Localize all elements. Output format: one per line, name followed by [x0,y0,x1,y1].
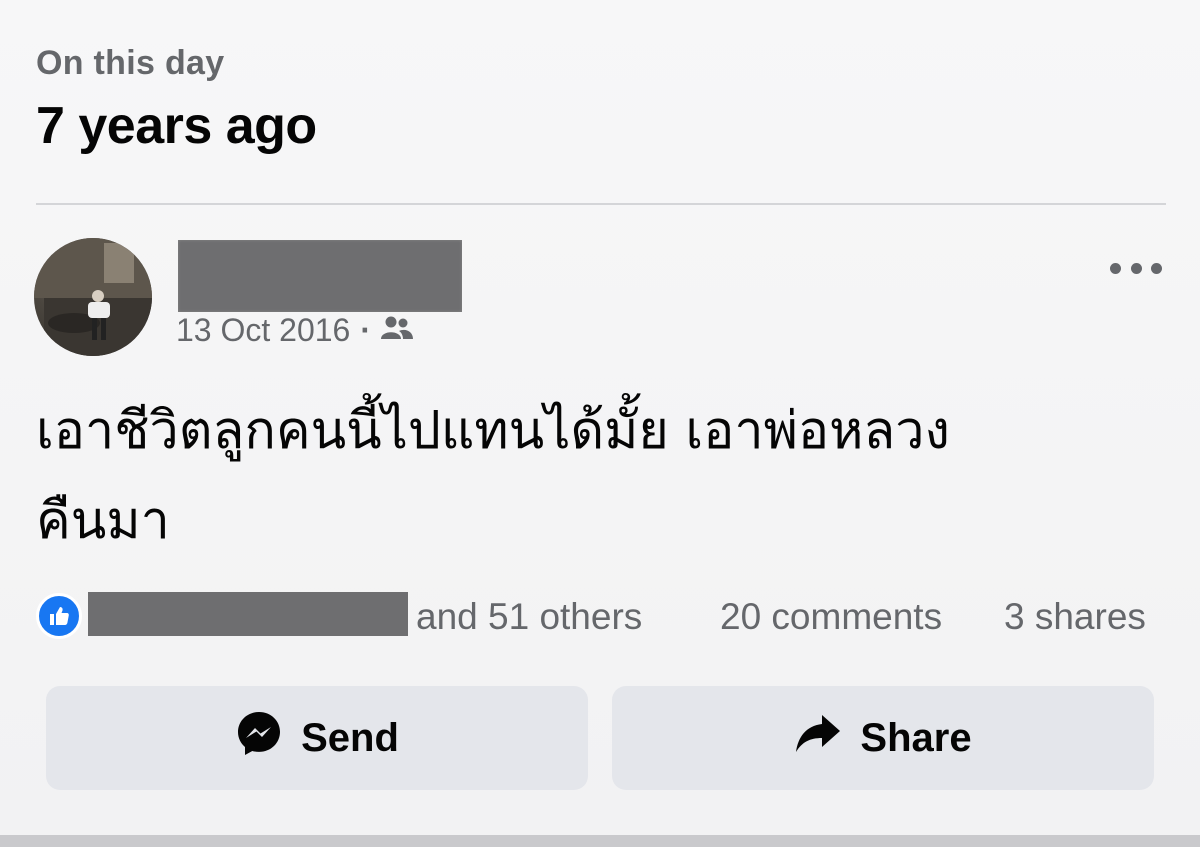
memory-card: On this day 7 years ago 13 Oct 2016 · เอ… [0,0,1200,835]
friends-icon [381,312,413,349]
share-arrow-icon [794,711,842,765]
reactions-others[interactable]: and 51 others [416,596,642,638]
reactor-name-redacted[interactable] [236,592,408,636]
meta-separator: · [360,312,371,348]
avatar[interactable] [34,238,152,356]
divider [36,203,1166,205]
share-button[interactable]: Share [612,686,1154,790]
send-button[interactable]: Send [46,686,588,790]
memory-subtitle: On this day [36,44,225,82]
post-meta: 13 Oct 2016 · [176,312,413,349]
send-label: Send [301,715,399,760]
bottom-edge [0,835,1200,847]
reactions-bar: and 51 others 20 comments 3 shares [36,590,1166,646]
post-text: เอาชีวิตลูกคนนี้ไปแทนได้มั้ย เอาพ่อหลวง … [36,401,950,551]
reactor-name-redacted[interactable] [88,592,238,636]
messenger-icon [235,709,283,767]
shares-count[interactable]: 3 shares [1004,596,1146,638]
memory-title: 7 years ago [36,97,317,155]
author-name-redacted[interactable] [178,240,462,312]
post-date[interactable]: 13 Oct 2016 [176,312,350,349]
comments-count[interactable]: 20 comments [720,596,942,638]
share-label: Share [860,715,972,760]
like-icon[interactable] [36,593,82,639]
more-options-icon[interactable] [1110,256,1162,280]
